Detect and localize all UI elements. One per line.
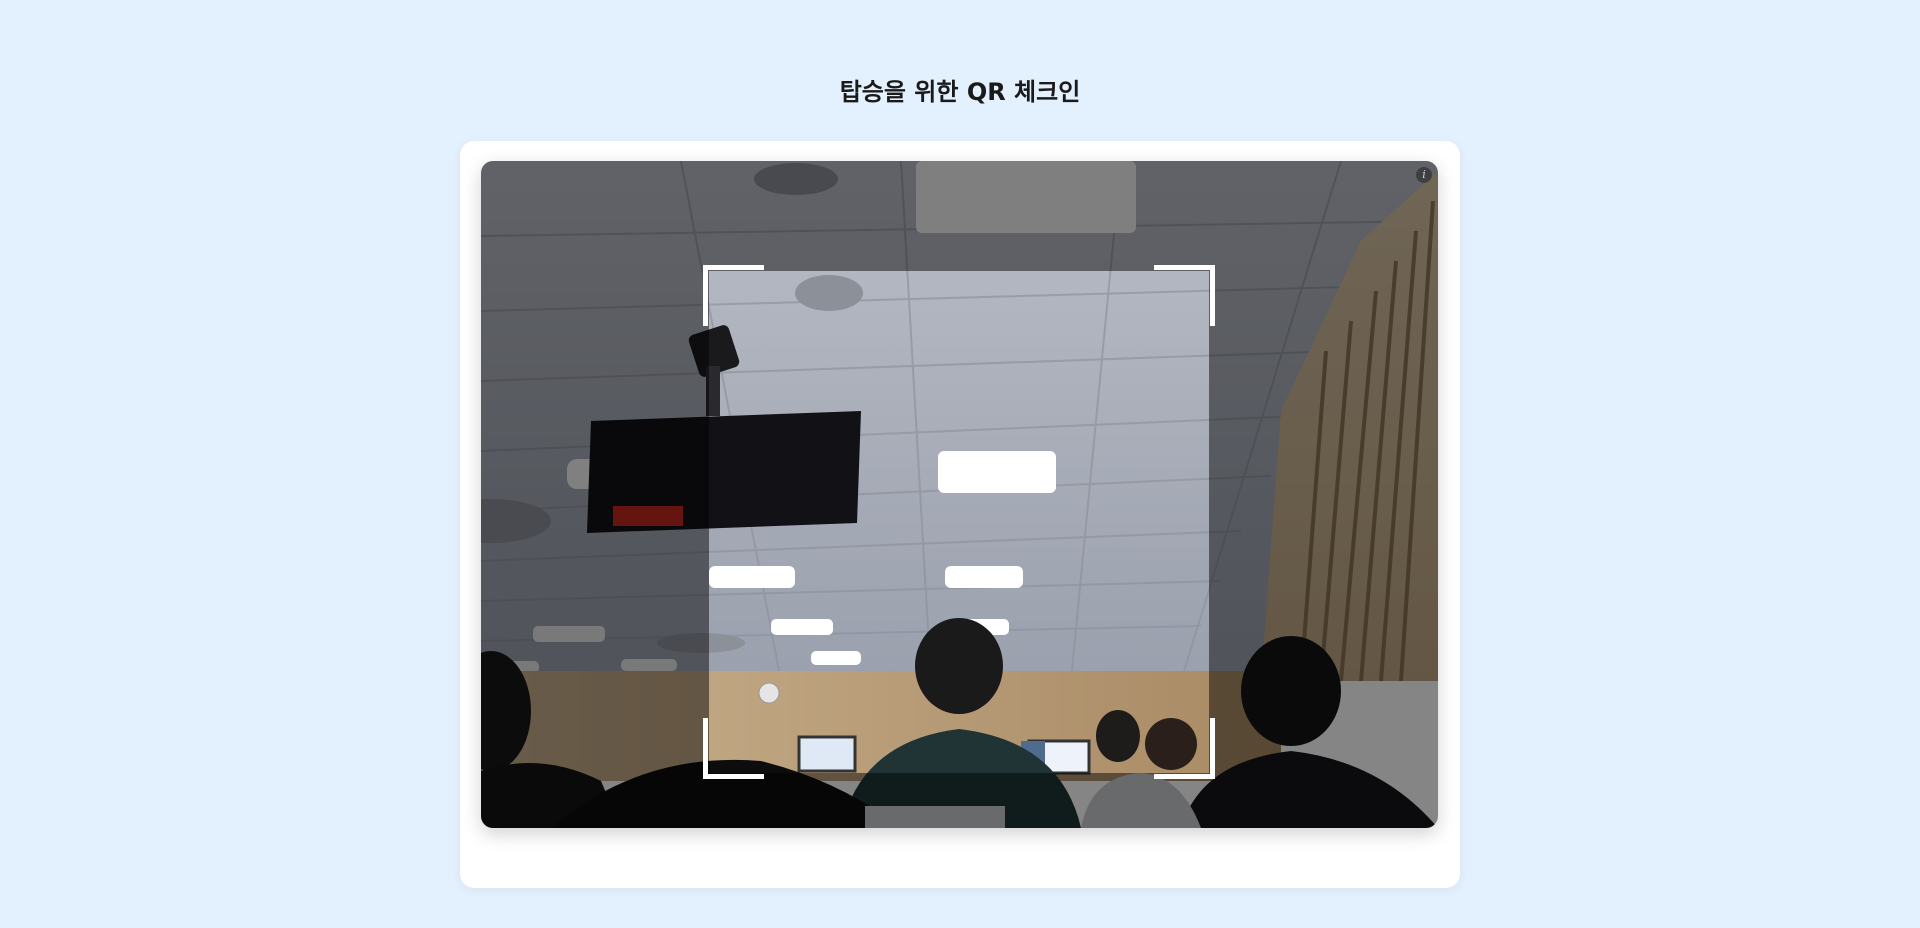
scan-overlay-top	[481, 161, 1438, 271]
scan-frame-corner-top-right	[1154, 265, 1215, 326]
info-icon[interactable]: i	[1416, 167, 1432, 183]
scan-frame-corner-top-left	[703, 265, 764, 326]
scanner-card: i	[460, 141, 1460, 888]
qr-scan-frame	[703, 265, 1215, 779]
scan-overlay-right	[1209, 271, 1438, 773]
scan-frame-corner-bottom-left	[703, 718, 764, 779]
scan-overlay-left	[481, 271, 709, 773]
scan-overlay-bottom	[481, 773, 1438, 828]
camera-preview: i	[481, 161, 1438, 828]
page-title: 탑승을 위한 QR 체크인	[839, 78, 1081, 106]
scan-frame-corner-bottom-right	[1154, 718, 1215, 779]
